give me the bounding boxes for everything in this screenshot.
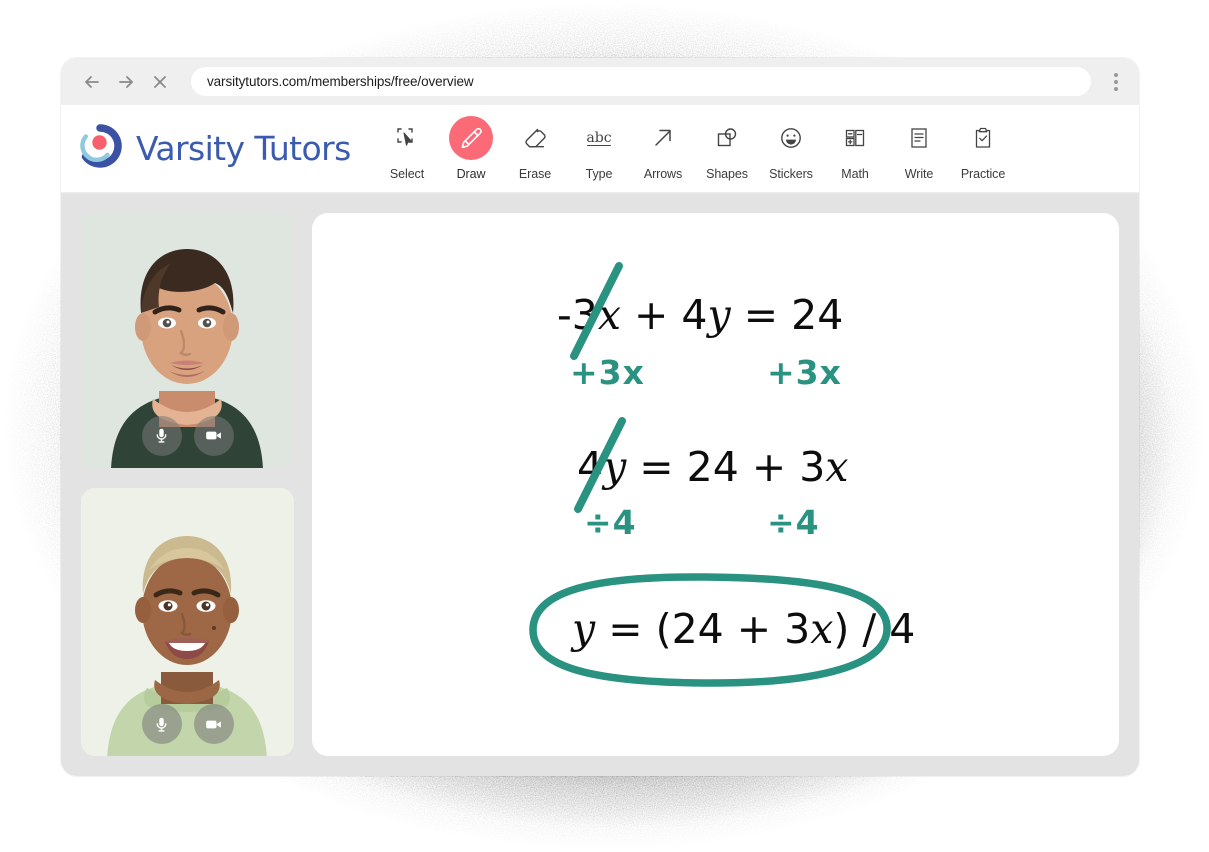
- video-camera-icon[interactable]: [193, 415, 234, 456]
- tool-type[interactable]: abc Type: [567, 116, 631, 181]
- tool-label: Select: [389, 167, 425, 181]
- tool-math[interactable]: Math: [823, 116, 887, 181]
- tool-label: Math: [841, 167, 869, 181]
- forward-button[interactable]: [111, 67, 141, 97]
- annotation-plus-3x-right: +3x: [767, 353, 842, 392]
- calculator-icon: [833, 116, 877, 160]
- tool-shapes[interactable]: Shapes: [695, 116, 759, 181]
- microphone-icon[interactable]: [141, 704, 182, 744]
- annotation-divide-4-left: ÷4: [584, 503, 637, 542]
- tool-stickers[interactable]: Stickers: [759, 116, 823, 181]
- tool-erase[interactable]: Erase: [503, 116, 567, 181]
- microphone-icon[interactable]: [141, 415, 182, 456]
- clipboard-check-icon: [961, 116, 1005, 160]
- address-bar[interactable]: varsitytutors.com/memberships/free/overv…: [191, 67, 1091, 96]
- pencil-icon: [449, 116, 493, 160]
- tool-label: Type: [585, 167, 613, 181]
- tool-label: Stickers: [769, 167, 813, 181]
- tool-draw[interactable]: Draw: [439, 116, 503, 181]
- smiley-face-icon: [769, 116, 813, 160]
- annotation-plus-3x-left: +3x: [570, 353, 645, 392]
- tile-controls: [141, 704, 234, 744]
- tool-label: Write: [904, 167, 934, 181]
- tool-label: Practice: [960, 167, 1006, 181]
- tool-write[interactable]: Write: [887, 116, 951, 181]
- app-toolbar: Varsity Tutors Select Draw Erase abc Typ…: [61, 105, 1139, 193]
- brand[interactable]: Varsity Tutors: [77, 123, 367, 174]
- url-text: varsitytutors.com/memberships/free/overv…: [207, 74, 474, 89]
- session-main: -3x + 4y = 24 +3x +3x 4y = 24 + 3x ÷4 ÷4: [61, 193, 1139, 776]
- document-lines-icon: [897, 116, 941, 160]
- kebab-menu-icon[interactable]: [1103, 67, 1129, 97]
- participant-tutor[interactable]: [81, 487, 294, 756]
- tool-label: Arrows: [643, 167, 683, 181]
- equation-line-1: -3x + 4y = 24: [557, 291, 844, 339]
- screenshot-root: varsitytutors.com/memberships/free/overv…: [0, 0, 1209, 852]
- tool-label: Draw: [456, 167, 486, 181]
- tool-select[interactable]: Select: [375, 116, 439, 181]
- browser-chrome: varsitytutors.com/memberships/free/overv…: [61, 58, 1139, 105]
- participants-rail: [81, 213, 294, 756]
- whiteboard-canvas[interactable]: -3x + 4y = 24 +3x +3x 4y = 24 + 3x ÷4 ÷4: [312, 213, 1119, 756]
- browser-window: varsitytutors.com/memberships/free/overv…: [61, 58, 1139, 776]
- shapes-square-circle-icon: [705, 116, 749, 160]
- equation-line-2: 4y = 24 + 3x: [577, 443, 849, 491]
- tool-list: Select Draw Erase abc Type Arrows Shapes…: [375, 116, 1015, 181]
- video-camera-icon[interactable]: [193, 704, 234, 744]
- tool-practice[interactable]: Practice: [951, 116, 1015, 181]
- tool-label: Erase: [518, 167, 552, 181]
- equation-line-3: y = (24 + 3x) / 4: [572, 605, 916, 653]
- tool-label: Shapes: [706, 167, 748, 181]
- tool-arrows[interactable]: Arrows: [631, 116, 695, 181]
- back-button[interactable]: [77, 67, 107, 97]
- tile-controls: [141, 415, 234, 456]
- abc-text-icon: abc: [577, 116, 621, 160]
- stop-close-button[interactable]: [145, 67, 175, 97]
- arrow-up-right-icon: [641, 116, 685, 160]
- select-marquee-cursor-icon: [385, 116, 429, 160]
- participant-student[interactable]: [81, 213, 294, 468]
- brand-name: Varsity Tutors: [136, 129, 351, 168]
- varsity-tutors-logo-icon: [77, 123, 123, 174]
- eraser-icon: [513, 116, 557, 160]
- annotation-divide-4-right: ÷4: [767, 503, 820, 542]
- svg-text:abc: abc: [586, 130, 611, 146]
